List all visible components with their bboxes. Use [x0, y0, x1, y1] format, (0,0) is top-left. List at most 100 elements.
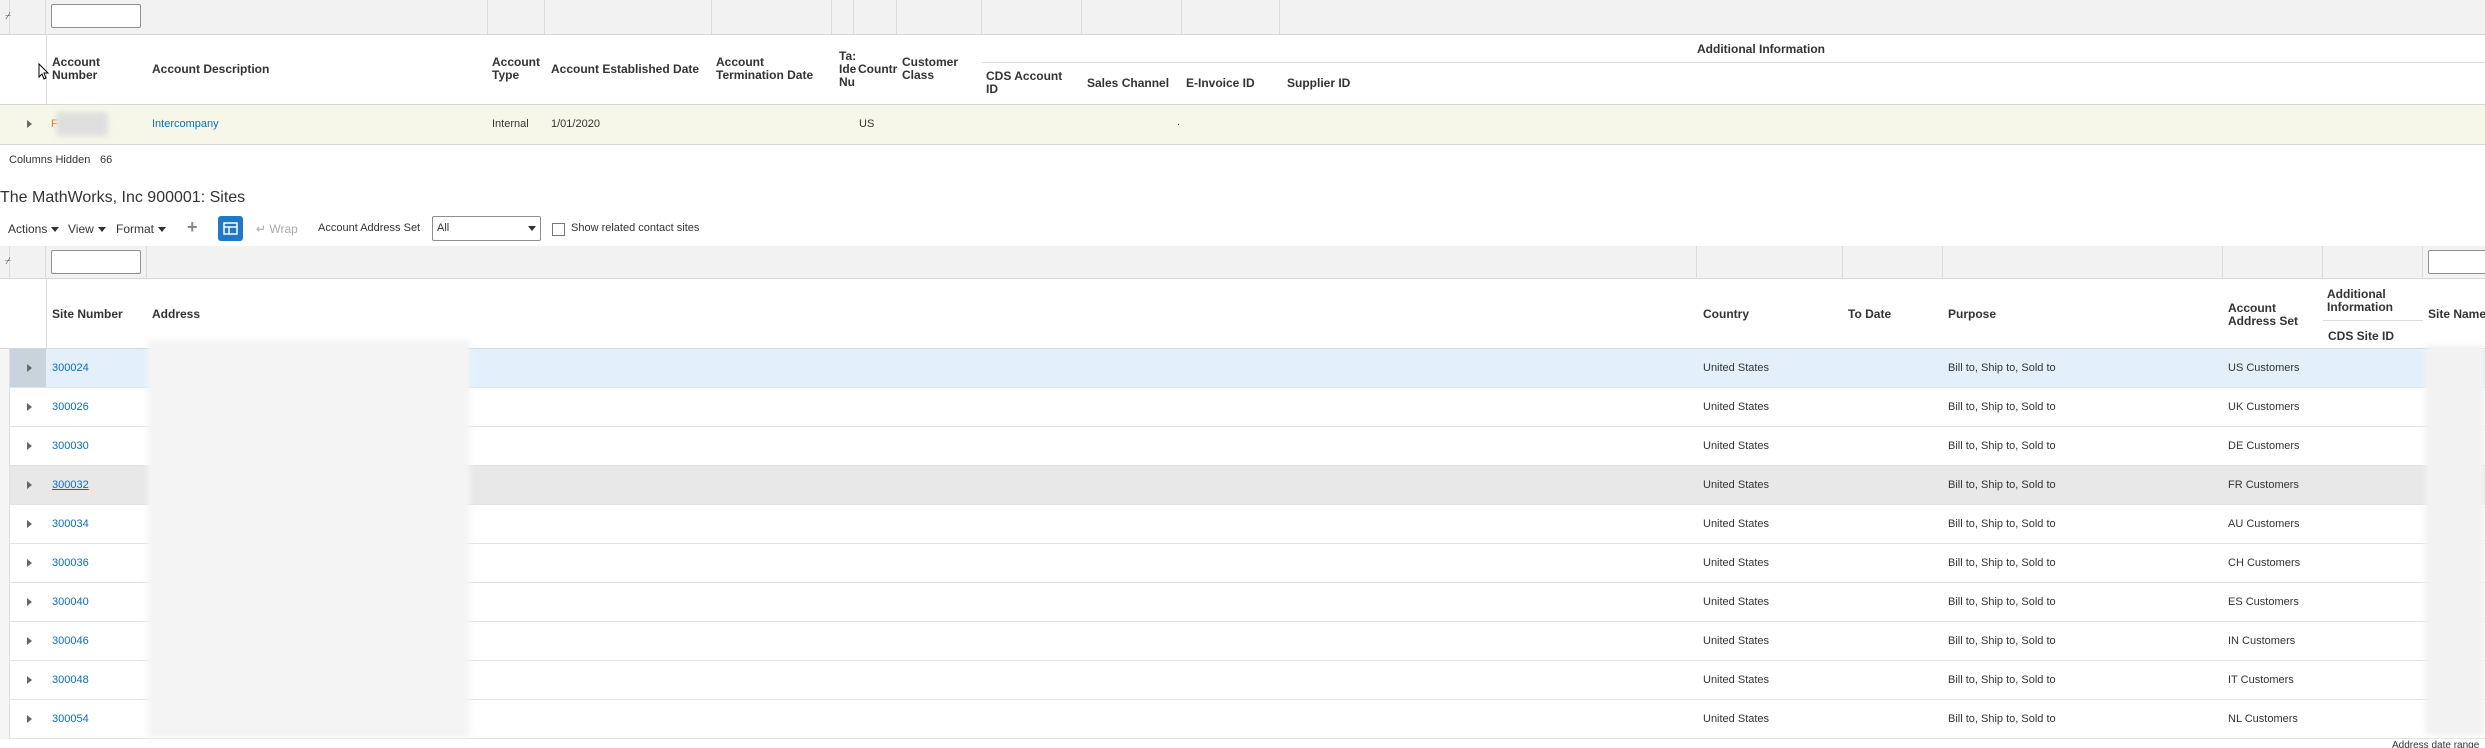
- site-number-link[interactable]: 300034: [52, 518, 89, 530]
- site-number-link[interactable]: 300048: [52, 674, 89, 686]
- site-purpose-value: Bill to, Ship to, Sold to: [1948, 518, 2056, 530]
- freeze-columns-icon: [223, 222, 238, 235]
- accounts-header-row: [0, 35, 2485, 105]
- site-country-value: United States: [1703, 635, 1770, 647]
- view-label: View: [68, 222, 94, 236]
- expand-row-icon[interactable]: [27, 120, 32, 128]
- established-date-value: 1/01/2020: [551, 118, 600, 130]
- view-menu[interactable]: View: [68, 222, 106, 236]
- filter-clear-icon[interactable]: ⌿: [5, 11, 11, 22]
- header-country[interactable]: Country: [1703, 308, 1749, 321]
- wrap-button[interactable]: ↵ Wrap: [256, 222, 298, 236]
- site-country-value: United States: [1703, 479, 1770, 491]
- expand-row-icon[interactable]: [27, 676, 32, 684]
- site-address-set-value: CH Customers: [2228, 557, 2301, 569]
- header-cds-site-id[interactable]: CDS Site ID: [2328, 330, 2394, 343]
- actions-menu[interactable]: Actions: [8, 222, 60, 236]
- chevron-down-icon: [51, 227, 60, 233]
- site-address-set-value: DE Customers: [2228, 440, 2300, 452]
- site-number-filter-input[interactable]: [51, 250, 141, 274]
- sites-section-title: The MathWorks, Inc 900001: Sites: [0, 189, 246, 206]
- header-supplier-id[interactable]: Supplier ID: [1287, 77, 1350, 90]
- expand-row-icon[interactable]: [27, 442, 32, 450]
- expand-row-icon[interactable]: [27, 403, 32, 411]
- account-description-link[interactable]: Intercompany: [152, 118, 219, 130]
- header-account-termination-date[interactable]: Account Termination Date: [716, 56, 820, 82]
- site-address-set-value: US Customers: [2228, 362, 2300, 374]
- site-number-link[interactable]: 300032: [52, 479, 89, 491]
- site-number-link[interactable]: 300046: [52, 635, 89, 647]
- header-sales-channel[interactable]: Sales Channel: [1087, 77, 1169, 90]
- site-country-value: United States: [1703, 674, 1770, 686]
- site-purpose-value: Bill to, Ship to, Sold to: [1948, 674, 2056, 686]
- header-account-established-date[interactable]: Account Established Date: [551, 63, 699, 76]
- site-purpose-value: Bill to, Ship to, Sold to: [1948, 596, 2056, 608]
- add-button[interactable]: +: [187, 217, 198, 238]
- wrap-label: Wrap: [269, 222, 298, 236]
- site-number-link[interactable]: 300026: [52, 401, 89, 413]
- site-number-link[interactable]: 300040: [52, 596, 89, 608]
- account-address-set-label: Account Address Set: [318, 222, 421, 234]
- header-cds-account-id[interactable]: CDS Account ID: [986, 70, 1076, 96]
- site-number-link[interactable]: 300054: [52, 713, 89, 725]
- format-label: Format: [116, 222, 155, 236]
- site-name-filter-input[interactable]: [2428, 250, 2485, 274]
- address-column-redacted: [147, 340, 470, 738]
- header-purpose[interactable]: Purpose: [1948, 308, 1996, 321]
- site-purpose-value: Bill to, Ship to, Sold to: [1948, 713, 2056, 725]
- chevron-down-icon: [158, 227, 167, 233]
- wrap-icon: ↵: [256, 222, 270, 236]
- site-address-set-value: AU Customers: [2228, 518, 2300, 530]
- account-address-set-value: All: [437, 222, 450, 234]
- mouse-cursor-icon: [38, 63, 50, 80]
- expand-row-icon[interactable]: [27, 520, 32, 528]
- expand-row-icon[interactable]: [27, 637, 32, 645]
- filter-clear-icon[interactable]: ⌿: [5, 256, 11, 267]
- site-number-link[interactable]: 300030: [52, 440, 89, 452]
- header-account-address-set[interactable]: Account Address Set: [2228, 302, 2308, 328]
- site-address-set-value: ES Customers: [2228, 596, 2299, 608]
- site-address-set-value: UK Customers: [2228, 401, 2300, 413]
- plus-icon: +: [187, 217, 198, 237]
- site-country-value: United States: [1703, 557, 1770, 569]
- expand-row-icon[interactable]: [27, 481, 32, 489]
- header-to-date[interactable]: To Date: [1848, 308, 1891, 321]
- header-account-type[interactable]: Account Type: [492, 56, 542, 82]
- site-country-value: United States: [1703, 440, 1770, 452]
- header-site-name[interactable]: Site Name: [2428, 308, 2485, 321]
- show-related-checkbox[interactable]: [552, 223, 565, 236]
- site-country-value: United States: [1703, 596, 1770, 608]
- site-country-value: United States: [1703, 518, 1770, 530]
- header-address[interactable]: Address: [152, 308, 200, 321]
- site-address-set-value: NL Customers: [2228, 713, 2298, 725]
- site-number-link[interactable]: 300024: [52, 362, 89, 374]
- header-site-number[interactable]: Site Number: [52, 308, 123, 321]
- site-number-link[interactable]: 300036: [52, 557, 89, 569]
- account-number-redacted: [56, 112, 108, 136]
- site-purpose-value: Bill to, Ship to, Sold to: [1948, 479, 2056, 491]
- sites-header-row: [0, 279, 2485, 349]
- site-purpose-value: Bill to, Ship to, Sold to: [1948, 401, 2056, 413]
- e-invoice-id-value: .: [1177, 116, 1181, 128]
- freeze-button[interactable]: [218, 216, 243, 241]
- header-account-number[interactable]: Account Number: [52, 56, 102, 82]
- header-tax-id[interactable]: Ta: Ide Nu: [839, 50, 857, 89]
- site-address-set-value: IT Customers: [2228, 674, 2294, 686]
- account-address-set-select[interactable]: All: [432, 216, 541, 241]
- site-purpose-value: Bill to, Ship to, Sold to: [1948, 440, 2056, 452]
- header-site-additional-information: Additional Information: [2327, 287, 2393, 314]
- account-number-filter-input[interactable]: [51, 4, 141, 28]
- expand-row-icon[interactable]: [27, 715, 32, 723]
- site-address-set-value: FR Customers: [2228, 479, 2299, 491]
- site-purpose-value: Bill to, Ship to, Sold to: [1948, 557, 2056, 569]
- header-e-invoice-id[interactable]: E-Invoice ID: [1186, 77, 1255, 90]
- header-account-description[interactable]: Account Description: [152, 63, 269, 76]
- header-customer-class[interactable]: Customer Class: [902, 56, 964, 82]
- account-row[interactable]: [0, 105, 2485, 145]
- expand-row-icon[interactable]: [27, 559, 32, 567]
- header-country[interactable]: Countr: [858, 63, 898, 76]
- expand-row-icon[interactable]: [27, 364, 32, 372]
- site-purpose-value: Bill to, Ship to, Sold to: [1948, 362, 2056, 374]
- format-menu[interactable]: Format: [116, 222, 167, 236]
- expand-row-icon[interactable]: [27, 598, 32, 606]
